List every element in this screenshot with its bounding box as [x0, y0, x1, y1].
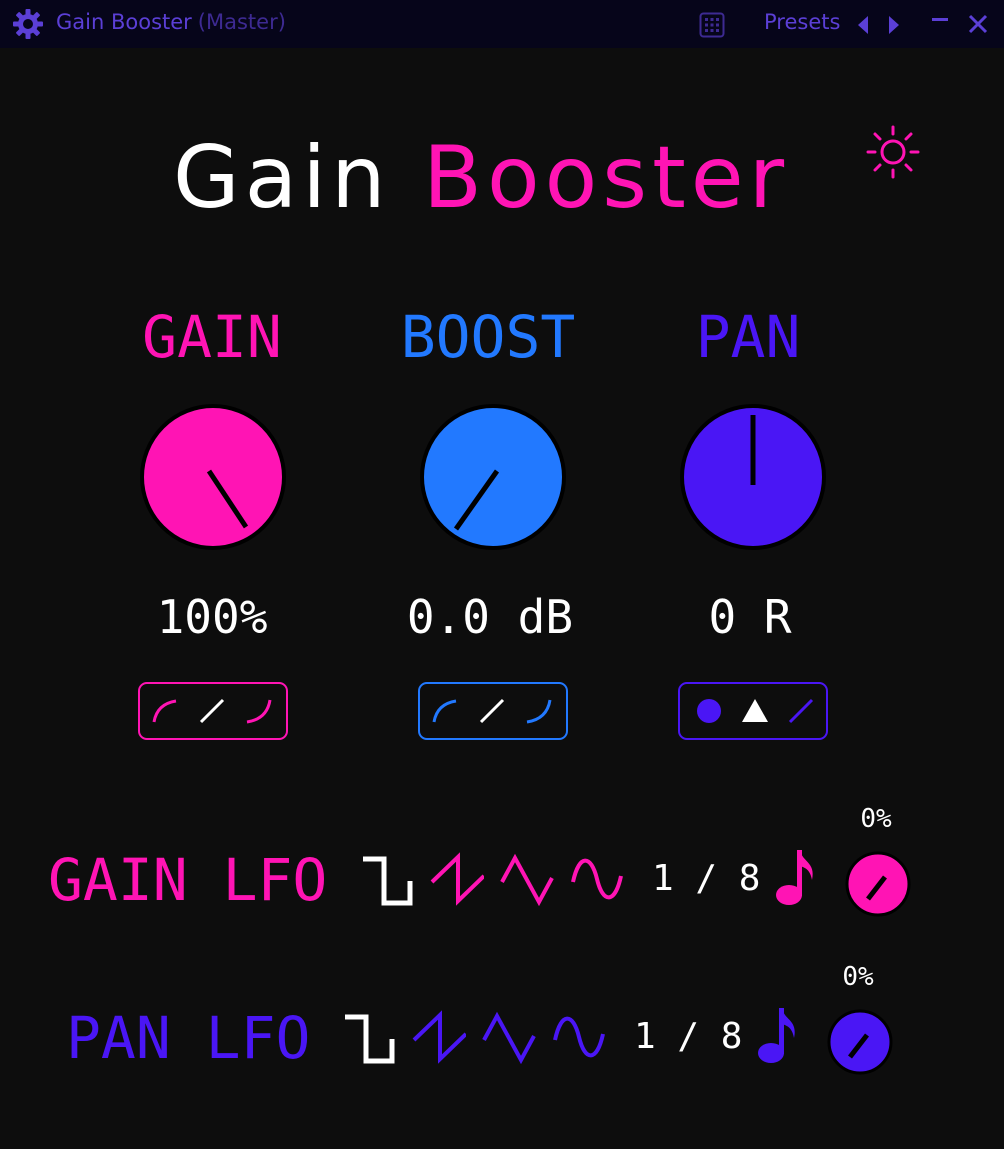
sine-wave-icon[interactable] [552, 1010, 606, 1064]
boost-label: BOOST [400, 303, 576, 371]
boost-value: 0.0 dB [406, 590, 574, 644]
next-arrow-icon[interactable] [886, 14, 902, 36]
dot-icon [697, 699, 721, 723]
triangle-wave-icon[interactable] [500, 852, 554, 906]
sawtooth-wave-icon[interactable] [430, 852, 484, 906]
gain-lfo-rate[interactable]: 1 / 8 [652, 858, 760, 899]
plugin-name: Gain Booster [56, 10, 192, 34]
music-note-icon[interactable] [774, 846, 818, 910]
pan-mode-selector[interactable] [678, 682, 828, 740]
gain-curve-selector[interactable] [138, 682, 288, 740]
sun-icon[interactable] [865, 124, 921, 180]
sine-wave-icon[interactable] [570, 852, 624, 906]
plugin-title-word-1: Gain [172, 128, 391, 228]
plugin-title-word-2: Booster [423, 128, 790, 228]
sawtooth-wave-icon[interactable] [412, 1010, 466, 1064]
triangle-wave-icon[interactable] [482, 1010, 536, 1064]
gain-value: 100% [156, 590, 268, 644]
linear-curve-icon [199, 698, 225, 724]
square-wave-icon[interactable] [342, 1012, 396, 1066]
pan-lfo-rate[interactable]: 1 / 8 [634, 1016, 742, 1057]
app-gear-icon[interactable] [12, 8, 44, 40]
gain-lfo-label: GAIN LFO [48, 846, 328, 914]
gain-lfo-amount-knob[interactable] [845, 851, 911, 917]
exp-curve-icon [526, 699, 552, 724]
title-bar: Gain Booster (Master) Presets [0, 0, 1004, 48]
linear-curve-icon [479, 698, 505, 724]
close-icon[interactable] [966, 12, 990, 36]
boost-curve-selector[interactable] [418, 682, 568, 740]
boost-knob[interactable] [419, 403, 567, 551]
pan-lfo-amount: 0% [842, 962, 874, 992]
exp-curve-icon [246, 699, 272, 724]
linear-curve-icon [788, 698, 814, 724]
track-name: (Master) [197, 10, 286, 34]
pan-knob[interactable] [679, 403, 827, 551]
gain-knob[interactable] [139, 403, 287, 551]
log-curve-icon [432, 699, 457, 723]
grid-icon[interactable] [699, 12, 725, 38]
presets-button[interactable]: Presets [764, 10, 840, 34]
window-title: Gain Booster (Master) [56, 10, 286, 34]
triangle-icon [742, 699, 768, 722]
square-wave-icon[interactable] [360, 854, 414, 908]
music-note-icon[interactable] [756, 1004, 800, 1068]
pan-label: PAN [695, 303, 801, 371]
pan-lfo-amount-knob[interactable] [827, 1009, 893, 1075]
prev-arrow-icon[interactable] [855, 14, 871, 36]
gain-label: GAIN [142, 303, 282, 371]
plugin-title: Gain Booster [0, 128, 962, 228]
minimize-icon[interactable] [930, 10, 950, 30]
gain-lfo-amount: 0% [860, 804, 892, 834]
pan-value: 0 R [708, 590, 792, 644]
log-curve-icon [152, 699, 177, 723]
pan-lfo-label: PAN LFO [66, 1004, 311, 1072]
